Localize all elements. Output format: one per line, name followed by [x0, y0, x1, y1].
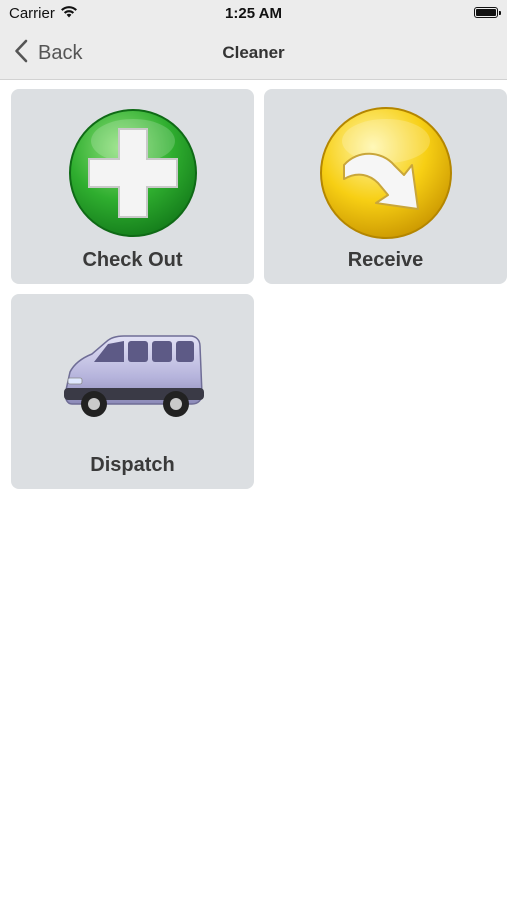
status-bar: Carrier 1:25 AM [0, 0, 507, 28]
receive-label: Receive [347, 249, 424, 271]
battery-icon [474, 7, 501, 18]
status-time: 1:25 AM [225, 5, 282, 22]
check-out-label: Check Out [82, 249, 183, 271]
navigation-bar: Back Cleaner [0, 28, 507, 80]
receive-tile[interactable]: Receive [264, 89, 507, 284]
green-plus-icon [11, 107, 254, 239]
check-out-tile[interactable]: Check Out [11, 89, 254, 284]
dispatch-label: Dispatch [90, 454, 175, 476]
page-title: Cleaner [222, 43, 285, 62]
yellow-arrow-icon [264, 107, 507, 239]
dispatch-tile[interactable]: Dispatch [11, 294, 254, 489]
van-icon [11, 312, 254, 444]
